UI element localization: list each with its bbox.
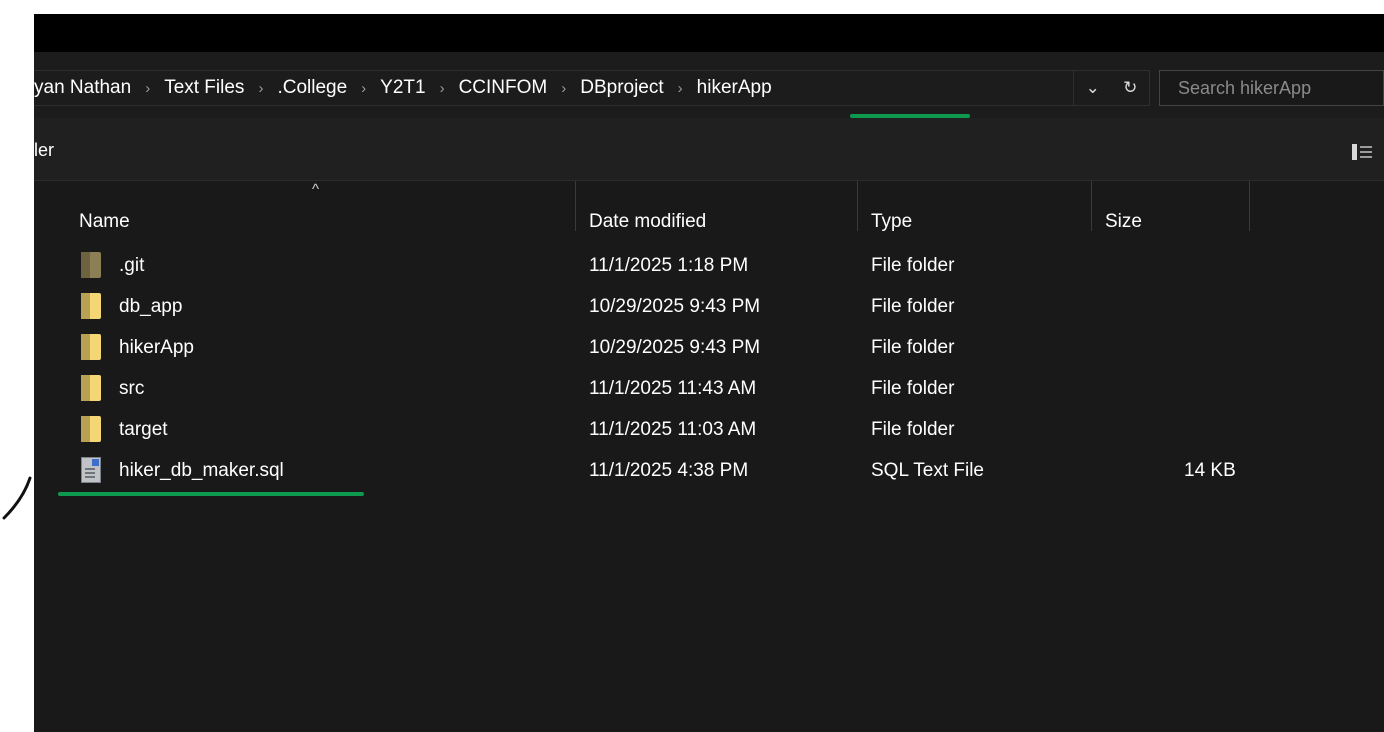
command-bar-label[interactable]: ler: [34, 140, 54, 161]
breadcrumb-item-text-files[interactable]: Text Files: [162, 77, 246, 99]
file-row-hikerapp[interactable]: hikerApp 10/29/2025 9:43 PM File folder: [34, 328, 1384, 369]
file-row-src[interactable]: src 11/1/2025 11:43 AM File folder: [34, 369, 1384, 410]
breadcrumb-item-y2t1[interactable]: Y2T1: [378, 77, 427, 99]
breadcrumb-separator-icon[interactable]: ›: [678, 80, 683, 97]
annotation-underline-breadcrumb: [850, 114, 970, 118]
folder-icon: [81, 334, 101, 360]
file-list: .git 11/1/2025 1:18 PM File folder db_ap…: [34, 246, 1384, 492]
file-type: File folder: [871, 255, 955, 276]
column-header-name[interactable]: Name: [79, 211, 130, 233]
column-divider[interactable]: [575, 181, 576, 231]
file-date: 11/1/2025 11:43 AM: [589, 378, 757, 399]
git-folder-icon: [81, 252, 101, 278]
column-divider[interactable]: [1091, 181, 1092, 231]
file-explorer-window: yan Nathan › Text Files › .College › Y2T…: [34, 14, 1384, 732]
breadcrumb-separator-icon[interactable]: ›: [258, 80, 263, 97]
column-header-size[interactable]: Size: [1105, 211, 1142, 233]
breadcrumb-item-user[interactable]: yan Nathan: [34, 77, 133, 99]
column-divider[interactable]: [857, 181, 858, 231]
title-bar: [34, 14, 1384, 52]
file-name: db_app: [119, 296, 183, 317]
breadcrumb-separator-icon[interactable]: ›: [145, 80, 150, 97]
breadcrumb-item-hikerapp[interactable]: hikerApp: [695, 77, 774, 99]
chevron-down-icon[interactable]: ⌄: [1086, 78, 1100, 98]
file-type: File folder: [871, 419, 955, 440]
file-date: 10/29/2025 9:43 PM: [589, 296, 761, 317]
breadcrumb-separator-icon[interactable]: ›: [561, 80, 566, 97]
annotation-pen-stroke: [2, 476, 32, 520]
file-date: 11/1/2025 4:38 PM: [589, 460, 749, 481]
column-header-date-modified[interactable]: Date modified: [589, 211, 706, 233]
file-size: 14 KB: [1184, 460, 1236, 481]
search-input[interactable]: [1159, 70, 1384, 106]
sort-ascending-icon: ^: [312, 181, 320, 198]
file-name: .git: [119, 255, 145, 276]
breadcrumb-item-dbproject[interactable]: DBproject: [578, 77, 665, 99]
breadcrumb[interactable]: yan Nathan › Text Files › .College › Y2T…: [34, 70, 1074, 106]
file-type: File folder: [871, 378, 955, 399]
address-controls: ⌄ ↻: [1074, 70, 1150, 106]
file-row-db-app[interactable]: db_app 10/29/2025 9:43 PM File folder: [34, 287, 1384, 328]
breadcrumb-item-ccinfom[interactable]: CCINFOM: [457, 77, 550, 99]
file-date: 11/1/2025 1:18 PM: [589, 255, 749, 276]
file-name: hiker_db_maker.sql: [119, 460, 284, 481]
file-row-hiker-db-maker[interactable]: hiker_db_maker.sql 11/1/2025 4:38 PM SQL…: [34, 451, 1384, 492]
file-name: target: [119, 419, 168, 440]
file-name: hikerApp: [119, 337, 194, 358]
breadcrumb-item-college[interactable]: .College: [275, 77, 349, 99]
sql-file-icon: [81, 457, 101, 483]
file-date: 10/29/2025 9:43 PM: [589, 337, 761, 358]
column-divider[interactable]: [1249, 181, 1250, 231]
file-row-git[interactable]: .git 11/1/2025 1:18 PM File folder: [34, 246, 1384, 287]
file-row-target[interactable]: target 11/1/2025 11:03 AM File folder: [34, 410, 1384, 451]
folder-icon: [81, 375, 101, 401]
file-type: File folder: [871, 296, 955, 317]
file-type: SQL Text File: [871, 460, 984, 481]
breadcrumb-separator-icon[interactable]: ›: [440, 80, 445, 97]
column-header-row: ^ Name Date modified Type Size: [34, 181, 1384, 239]
details-view-icon[interactable]: [1352, 144, 1372, 160]
file-type: File folder: [871, 337, 955, 358]
folder-icon: [81, 293, 101, 319]
folder-icon: [81, 416, 101, 442]
file-name: src: [119, 378, 145, 399]
refresh-icon[interactable]: ↻: [1123, 78, 1137, 98]
column-header-type[interactable]: Type: [871, 211, 912, 233]
file-date: 11/1/2025 11:03 AM: [589, 419, 757, 440]
breadcrumb-separator-icon[interactable]: ›: [361, 80, 366, 97]
command-bar: ler: [34, 118, 1384, 181]
annotation-underline-file: [58, 492, 364, 496]
